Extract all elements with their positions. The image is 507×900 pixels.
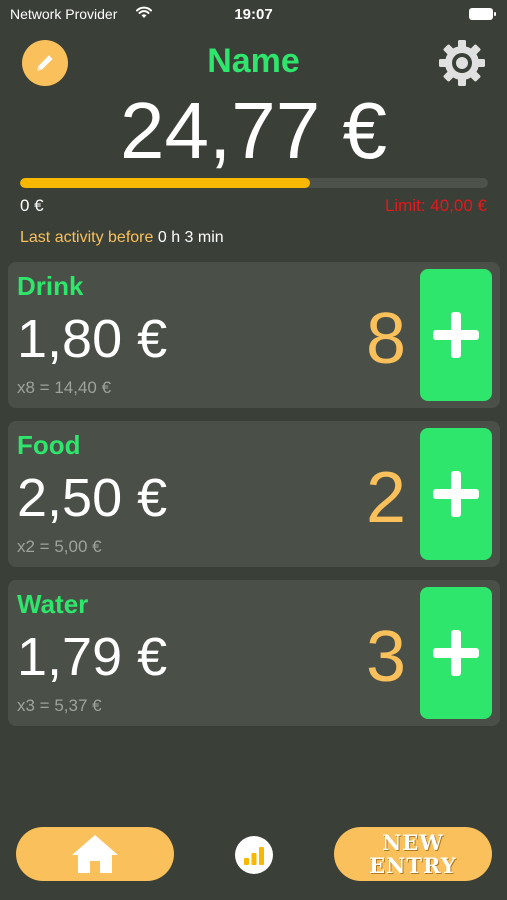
add-food-button[interactable] [420,428,492,560]
item-card-water[interactable]: Water 1,79 € x3 = 5,37 € 3 [8,580,500,726]
item-name: Food [17,430,81,460]
item-summary: x8 = 14,40 € [17,378,112,397]
item-card-food[interactable]: Food 2,50 € x2 = 5,00 € 2 [8,421,500,567]
add-water-button[interactable] [420,587,492,719]
plus-icon [433,471,479,517]
limit-progress-bar [20,178,488,188]
item-count: 3 [365,617,406,697]
progress-min-label: 0 € [20,196,44,215]
battery-icon [469,8,496,20]
user-name[interactable]: Name [0,42,507,81]
plus-icon [433,630,479,676]
item-name: Water [17,589,89,619]
home-icon [72,835,118,873]
item-card-drink[interactable]: Drink 1,80 € x8 = 14,40 € 8 [8,262,500,408]
status-bar: Network Provider 19:07 [0,0,507,30]
gear-icon [439,40,485,86]
new-entry-button[interactable]: NEW ENTRY [334,827,492,881]
total-amount: 24,77 € [120,86,387,175]
item-count: 2 [365,458,406,538]
item-summary: x2 = 5,00 € [17,537,102,556]
last-activity-label: Last activity before [20,229,154,246]
bar-chart-icon [244,847,264,865]
item-price: 1,79 € [17,627,168,687]
add-drink-button[interactable] [420,269,492,401]
limit-progress-fill [20,178,311,188]
item-count: 8 [365,299,406,379]
new-entry-label-line2: ENTRY [369,853,457,878]
clock: 19:07 [234,6,273,23]
item-price: 1,80 € [17,309,168,369]
plus-icon [433,312,479,358]
last-activity-value: 0 h 3 min [157,229,224,246]
settings-button[interactable] [437,38,487,88]
new-entry-label-line1: NEW [382,830,444,855]
last-activity: Last activity before 0 h 3 min [20,229,224,247]
item-name: Drink [17,271,84,301]
limit-label: Limit: 40,00 € [384,196,487,215]
item-summary: x3 = 5,37 € [17,696,102,715]
stats-button[interactable] [235,836,273,874]
item-price: 2,50 € [17,468,168,528]
home-button[interactable] [16,827,174,881]
